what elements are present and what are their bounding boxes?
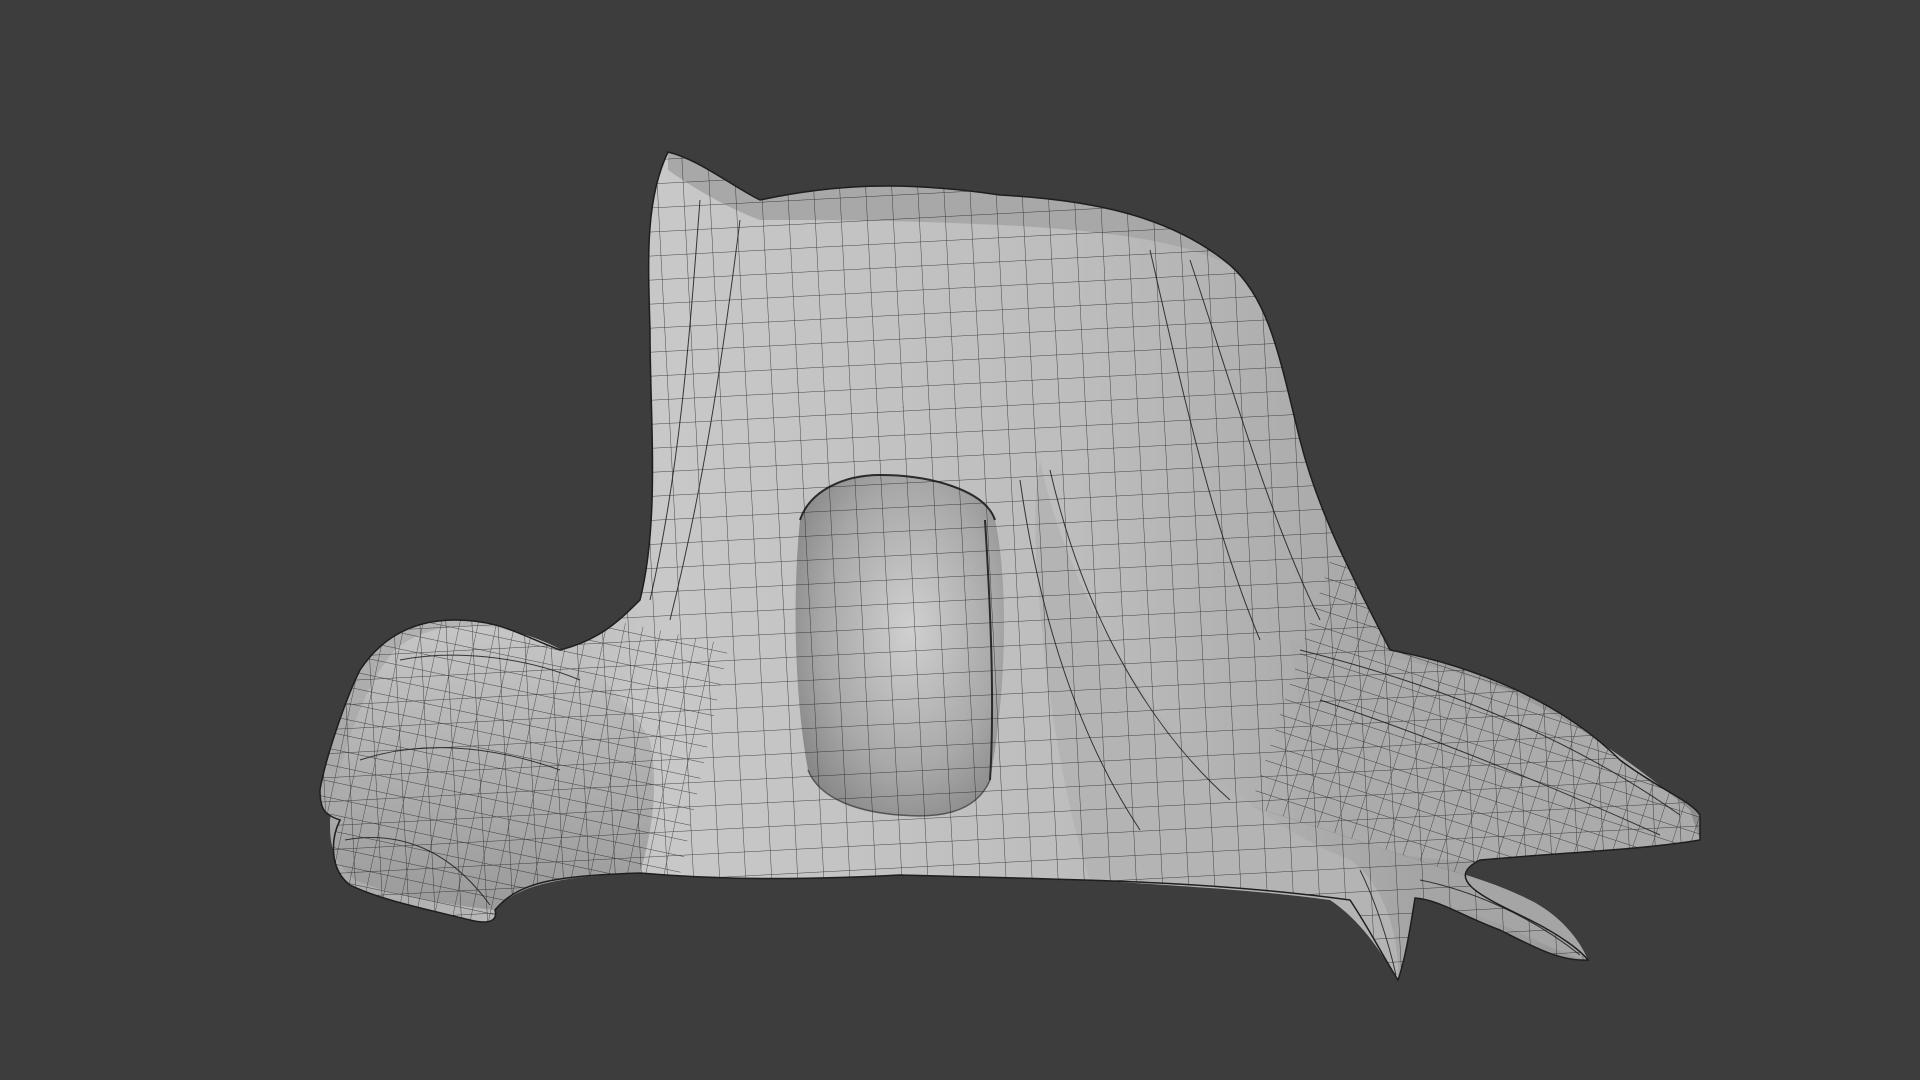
stump-mesh-render[interactable]: [0, 0, 1920, 1080]
3d-viewport[interactable]: [0, 0, 1920, 1080]
wireframe-overlay: [320, 152, 1700, 980]
